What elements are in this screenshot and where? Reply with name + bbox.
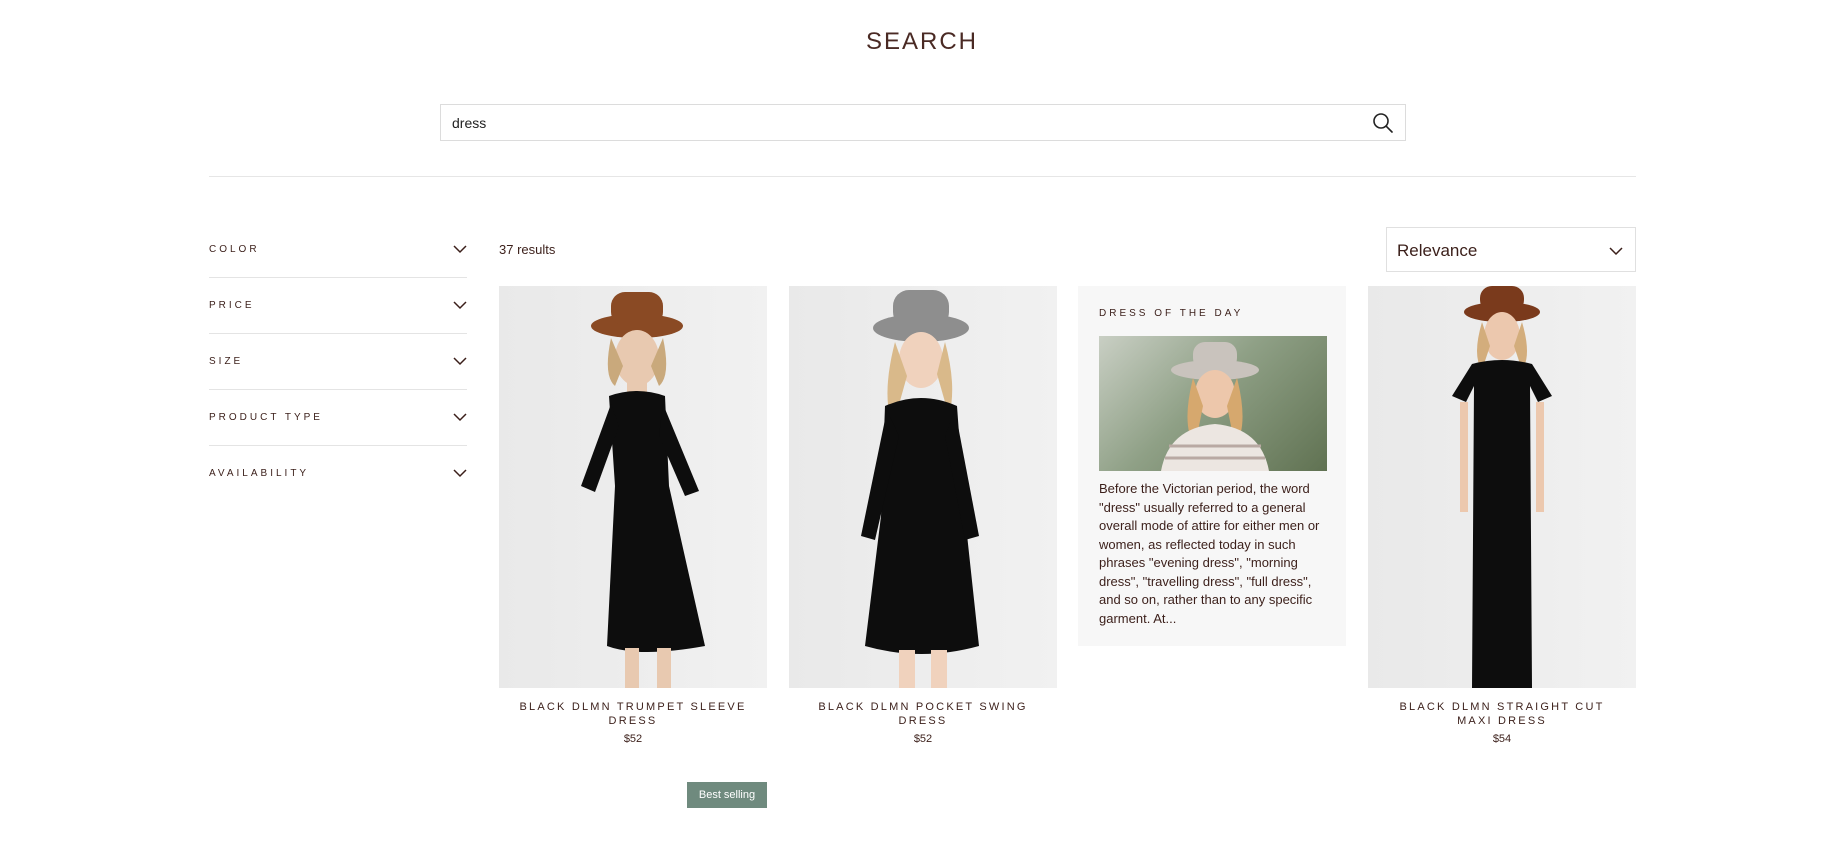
product-image[interactable] [499,286,767,688]
filter-availability[interactable]: AVAILABILITY [209,446,467,502]
search-button[interactable] [1371,111,1395,135]
filter-label: COLOR [209,244,260,255]
filter-price[interactable]: PRICE [209,278,467,334]
product-price: $54 [1492,733,1512,745]
sort-select[interactable]: Relevance [1386,227,1636,272]
chevron-down-icon [453,469,467,478]
search-box [440,104,1406,141]
product-image[interactable] [1368,286,1636,688]
product-card[interactable]: BLACK DLMN POCKET SWING DRESS $52 [789,286,1057,745]
product-card[interactable]: BLACK DLMN STRAIGHT CUT MAXI DRESS $54 [1368,286,1636,745]
filter-color[interactable]: COLOR [209,222,467,278]
filter-label: SIZE [209,356,244,367]
filter-size[interactable]: SIZE [209,334,467,390]
chevron-down-icon [453,245,467,254]
header-divider [209,176,1636,177]
sort-selected-value: Relevance [1397,241,1478,260]
filter-sidebar: COLOR PRICE SIZE PRODUCT TYPE AVAILABILI… [209,222,467,502]
chevron-down-icon [1609,247,1623,256]
product-image[interactable] [789,286,1057,688]
page-title: SEARCH [865,28,979,55]
product-price: $52 [913,733,933,745]
filter-product-type[interactable]: PRODUCT TYPE [209,390,467,446]
search-input[interactable] [441,105,1341,140]
product-title[interactable]: BLACK DLMN TRUMPET SLEEVE DRESS [499,700,767,728]
best-selling-badge[interactable]: Best selling [687,782,767,808]
chevron-down-icon [453,301,467,310]
product-title[interactable]: BLACK DLMN STRAIGHT CUT MAXI DRESS [1368,700,1636,728]
filter-label: AVAILABILITY [209,468,310,479]
product-card[interactable]: BLACK DLMN TRUMPET SLEEVE DRESS $52 [499,286,767,745]
chevron-down-icon [453,357,467,366]
chevron-down-icon [453,413,467,422]
product-title[interactable]: BLACK DLMN POCKET SWING DRESS [789,700,1057,728]
dress-of-the-day-text: Before the Victorian period, the word "d… [1099,481,1320,626]
product-price: $52 [623,733,643,745]
results-count: 37 results [499,242,556,257]
dress-of-the-day-heading: DRESS OF THE DAY [1099,308,1244,319]
dress-of-the-day-image [1099,336,1327,471]
dress-of-the-day-panel: DRESS OF THE DAY Before the Victorian pe… [1078,286,1346,646]
filter-label: PRICE [209,300,255,311]
search-icon [1373,113,1393,133]
filter-label: PRODUCT TYPE [209,412,323,423]
